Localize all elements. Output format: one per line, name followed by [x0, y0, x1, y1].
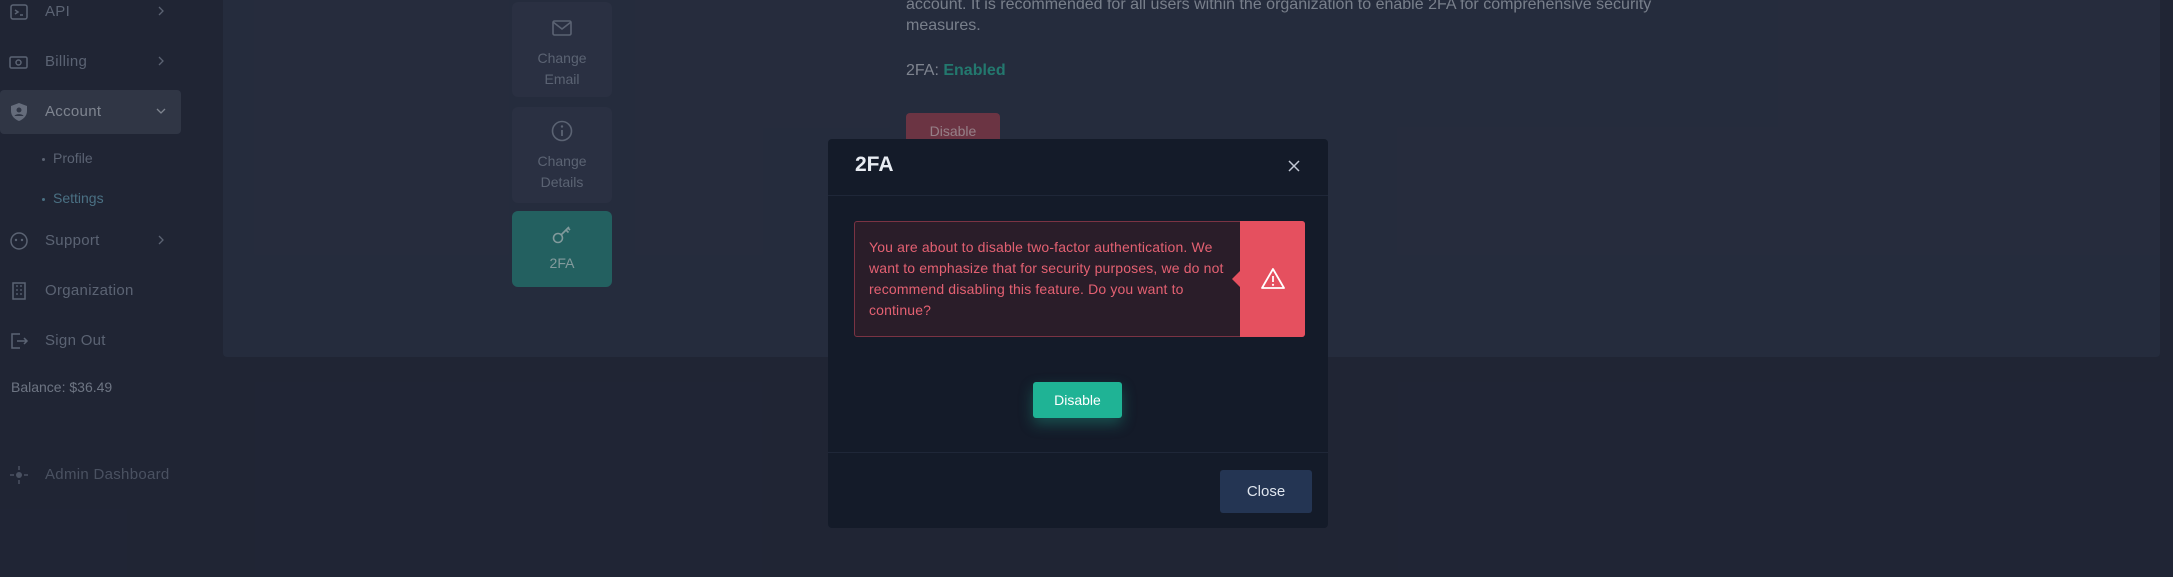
- warning-icon: [1261, 268, 1285, 289]
- close-icon[interactable]: [1284, 156, 1304, 176]
- close-button[interactable]: Close: [1220, 470, 1312, 513]
- warning-alert: You are about to disable two-factor auth…: [854, 221, 1305, 337]
- modal-title: 2FA: [855, 153, 894, 176]
- alert-icon-panel: [1232, 221, 1305, 337]
- modal-header: 2FA: [828, 139, 1328, 196]
- 2fa-modal: 2FA You are about to disable two-factor …: [828, 139, 1328, 528]
- confirm-disable-button[interactable]: Disable: [1033, 382, 1122, 418]
- warning-text: You are about to disable two-factor auth…: [869, 239, 1224, 318]
